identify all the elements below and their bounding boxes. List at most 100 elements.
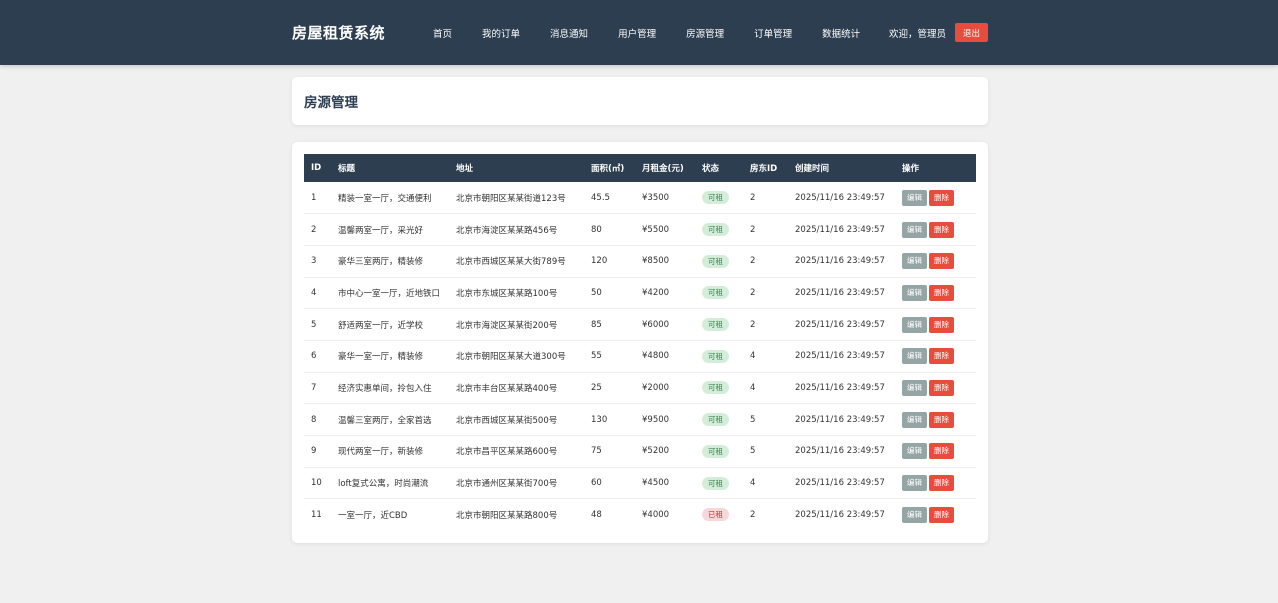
- cell-id: 7: [311, 382, 317, 393]
- table-row: 1 精装一室一厅，交通便利 北京市朝阳区某某街道123号 45.5 ¥3500 可租 2 20…: [304, 182, 976, 214]
- cell-status: 可租: [695, 467, 743, 499]
- status-badge: 可租: [702, 413, 729, 427]
- edit-button[interactable]: 编辑: [902, 379, 927, 396]
- nav-item-property-management[interactable]: 房源管理: [686, 26, 724, 40]
- status-badge: 可租: [702, 444, 729, 458]
- edit-button[interactable]: 编辑: [902, 506, 927, 523]
- delete-button[interactable]: 删除: [929, 221, 954, 238]
- cell-status: 可租: [695, 404, 743, 436]
- delete-button[interactable]: 删除: [929, 443, 954, 460]
- cell-title: 市中心一室一厅，近地铁口: [338, 288, 441, 299]
- cell-id: 6: [311, 351, 317, 362]
- cell-id: 2: [311, 224, 317, 235]
- edit-button[interactable]: 编辑: [902, 284, 927, 301]
- cell-status: 已租: [695, 499, 743, 531]
- app-brand[interactable]: 房屋租赁系统: [292, 22, 385, 43]
- cell-actions: 编辑 删除: [895, 404, 976, 436]
- cell-status: 可租: [695, 214, 743, 246]
- cell-created-time: 2025/11/16 23:49:57: [795, 478, 885, 489]
- cell-title: 一室一厅，近CBD: [338, 510, 408, 521]
- cell-rent: ¥5500: [642, 224, 670, 235]
- edit-button[interactable]: 编辑: [902, 189, 927, 206]
- column-header-landlord-id: 房东ID: [750, 164, 778, 174]
- delete-button[interactable]: 删除: [929, 379, 954, 396]
- column-header-created-time: 创建时间: [795, 164, 830, 174]
- cell-title: 豪华三室两厅，精装修: [338, 257, 424, 268]
- nav-item-home[interactable]: 首页: [433, 26, 452, 40]
- cell-area: 45.5: [591, 192, 610, 203]
- table-row: 5 舒适两室一厅，近学校 北京市海淀区某某街200号 85 ¥6000 可租 2 2025/1…: [304, 309, 976, 341]
- cell-address: 北京市东城区某某路100号: [456, 288, 558, 299]
- cell-rent: ¥8500: [642, 256, 670, 267]
- delete-button[interactable]: 删除: [929, 475, 954, 492]
- column-header-status: 状态: [702, 164, 720, 174]
- cell-landlord-id: 4: [750, 478, 756, 489]
- edit-button[interactable]: 编辑: [902, 221, 927, 238]
- cell-created-time: 2025/11/16 23:49:57: [795, 287, 885, 298]
- cell-status: 可租: [695, 182, 743, 214]
- delete-button[interactable]: 删除: [929, 411, 954, 428]
- column-header-rent: 月租金(元): [642, 164, 684, 174]
- edit-button[interactable]: 编辑: [902, 475, 927, 492]
- cell-status: 可租: [695, 309, 743, 341]
- cell-area: 25: [591, 382, 602, 393]
- cell-actions: 编辑 删除: [895, 214, 976, 246]
- cell-id: 9: [311, 446, 317, 457]
- page-title: 房源管理: [304, 95, 358, 111]
- status-badge: 可租: [702, 223, 729, 237]
- cell-status: 可租: [695, 277, 743, 309]
- table-row: 7 经济实惠单间，拎包入住 北京市丰台区某某路400号 25 ¥2000 可租 4 2025/…: [304, 372, 976, 404]
- cell-title: 经济实惠单间，拎包入住: [338, 383, 432, 394]
- cell-id: 10: [311, 478, 322, 489]
- cell-landlord-id: 5: [750, 446, 756, 457]
- edit-button[interactable]: 编辑: [902, 253, 927, 270]
- table-row: 6 豪华一室一厅，精装修 北京市朝阳区某某大道300号 55 ¥4800 可租 4 2025/…: [304, 340, 976, 373]
- delete-button[interactable]: 删除: [929, 316, 954, 333]
- cell-title: 现代两室一厅，新装修: [338, 447, 424, 458]
- cell-title: 豪华一室一厅，精装修: [338, 352, 424, 363]
- cell-area: 50: [591, 287, 602, 298]
- nav-item-notifications[interactable]: 消息通知: [550, 26, 588, 40]
- logout-button[interactable]: 退出: [954, 23, 988, 42]
- nav-item-statistics[interactable]: 数据统计: [822, 26, 860, 40]
- cell-id: 4: [311, 287, 317, 298]
- user-area: 欢迎，管理员 退出: [889, 23, 988, 42]
- delete-button[interactable]: 删除: [929, 348, 954, 365]
- cell-rent: ¥4000: [642, 509, 670, 520]
- cell-created-time: 2025/11/16 23:49:57: [795, 192, 885, 203]
- nav-item-user-management[interactable]: 用户管理: [618, 26, 656, 40]
- table-body: 1 精装一室一厅，交通便利 北京市朝阳区某某街道123号 45.5 ¥3500 可租 2 20…: [304, 182, 976, 531]
- cell-status: 可租: [695, 340, 743, 372]
- cell-landlord-id: 2: [750, 224, 756, 235]
- cell-rent: ¥4200: [642, 287, 670, 298]
- edit-button[interactable]: 编辑: [902, 316, 927, 333]
- cell-title: loft复式公寓，时尚潮流: [338, 479, 429, 490]
- status-badge: 可租: [702, 476, 729, 490]
- delete-button[interactable]: 删除: [929, 506, 954, 523]
- column-header-id: ID: [311, 163, 322, 173]
- cell-actions: 编辑 删除: [895, 372, 976, 404]
- nav-item-my-orders[interactable]: 我的订单: [482, 26, 520, 40]
- cell-address: 北京市西城区某某大街789号: [456, 257, 566, 268]
- top-navbar: 房屋租赁系统 首页 我的订单 消息通知 用户管理 房源管理 订单管理 数据统计 欢迎，管理员…: [0, 0, 1278, 65]
- cell-address: 北京市西城区某某街500号: [456, 415, 558, 426]
- delete-button[interactable]: 删除: [929, 253, 954, 270]
- cell-address: 北京市朝阳区某某街道123号: [456, 193, 566, 204]
- cell-id: 1: [311, 192, 317, 203]
- edit-button[interactable]: 编辑: [902, 411, 927, 428]
- table-row: 8 温馨三室两厅，全家首选 北京市西城区某某街500号 130 ¥9500 可租 5 2025…: [304, 404, 976, 436]
- cell-id: 8: [311, 414, 317, 425]
- cell-actions: 编辑 删除: [895, 499, 976, 531]
- edit-button[interactable]: 编辑: [902, 443, 927, 460]
- nav-item-order-management[interactable]: 订单管理: [754, 26, 792, 40]
- cell-created-time: 2025/11/16 23:49:57: [795, 224, 885, 235]
- cell-area: 60: [591, 478, 602, 489]
- cell-area: 120: [591, 256, 608, 267]
- delete-button[interactable]: 删除: [929, 189, 954, 206]
- delete-button[interactable]: 删除: [929, 284, 954, 301]
- cell-area: 80: [591, 224, 602, 235]
- edit-button[interactable]: 编辑: [902, 348, 927, 365]
- table-row: 3 豪华三室两厅，精装修 北京市西城区某某大街789号 120 ¥8500 可租 2 2025…: [304, 245, 976, 278]
- column-header-area: 面积(㎡): [591, 164, 625, 174]
- cell-address: 北京市海淀区某某路456号: [456, 225, 558, 236]
